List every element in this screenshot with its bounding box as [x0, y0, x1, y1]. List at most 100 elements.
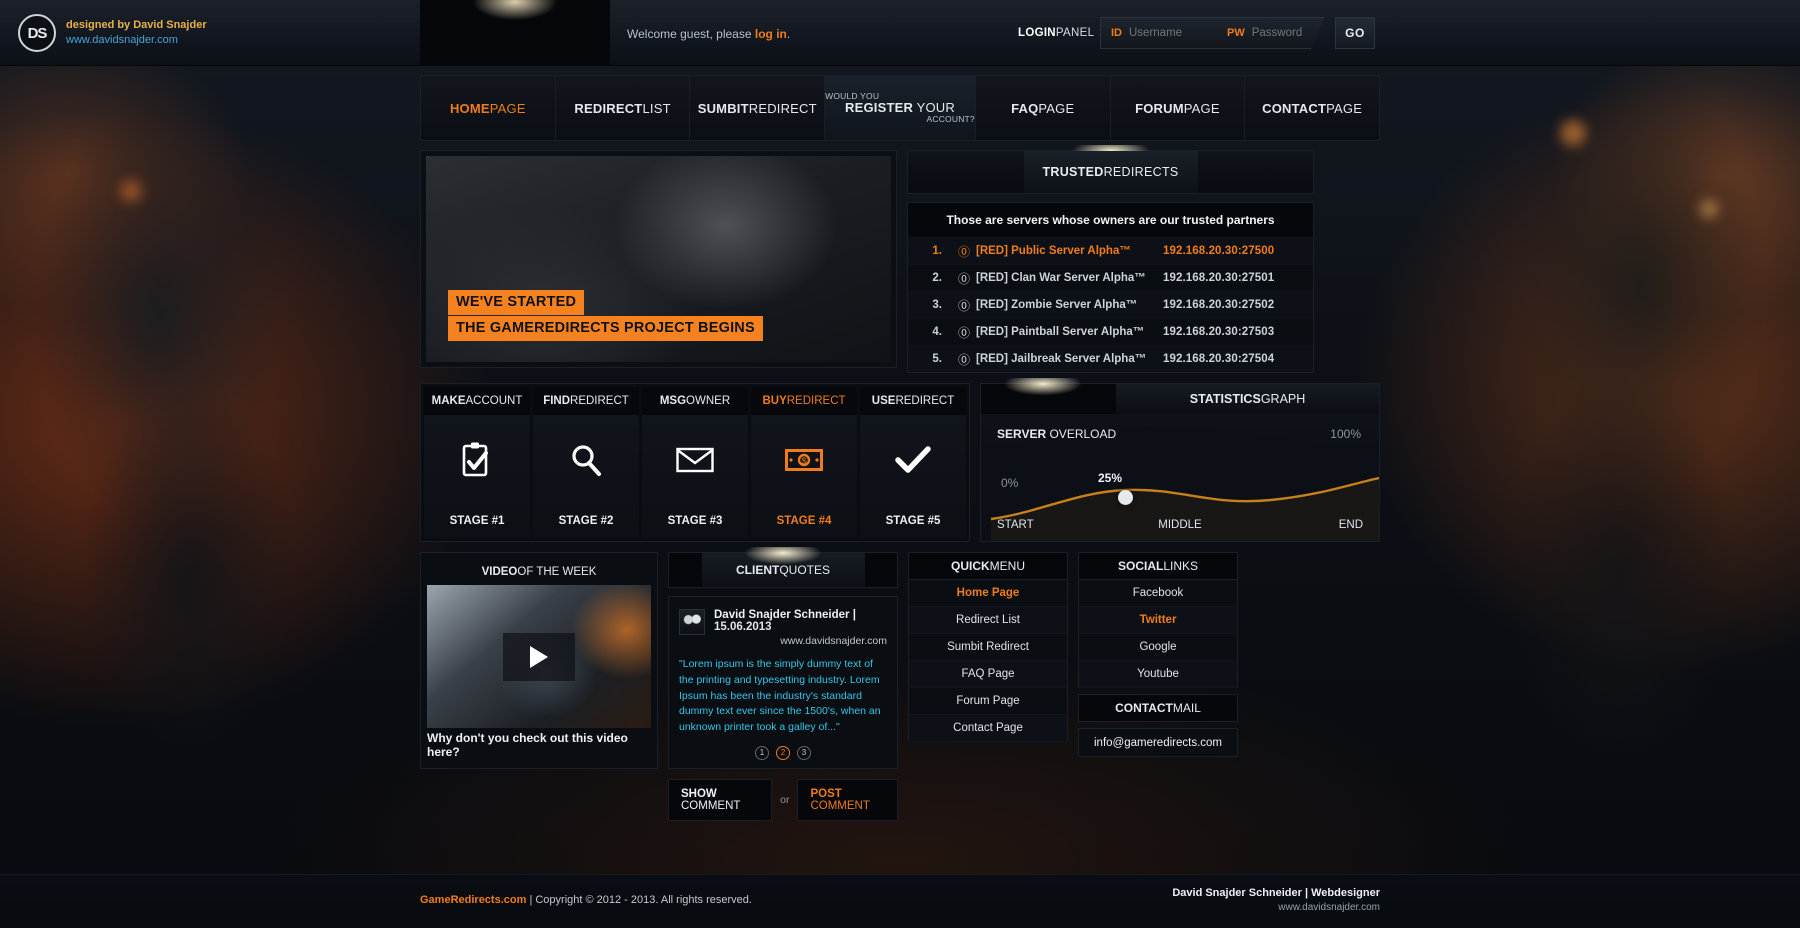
id-field-group: ID — [1101, 18, 1217, 48]
table-row[interactable]: 1. ⓪ [RED] Public Server Alpha™ 192.168.… — [908, 237, 1313, 264]
video-of-the-week-panel: VIDEO OF THE WEEK Why don't you check ou… — [420, 552, 658, 769]
table-row[interactable]: 5. ⓪ [RED] Jailbreak Server Alpha™ 192.1… — [908, 345, 1313, 372]
stage-title-rest: REDIRECT — [786, 395, 846, 407]
trusted-list: Those are servers whose owners are our t… — [907, 202, 1314, 373]
statistics-tab-rest: GRAPH — [1260, 392, 1306, 406]
quick-menu-header-rest: MENU — [989, 559, 1025, 573]
video-footer-text: Why don't you check out this video here? — [427, 731, 628, 759]
social-link-twitter[interactable]: Twitter — [1078, 607, 1238, 634]
table-row[interactable]: 2. ⓪ [RED] Clan War Server Alpha™ 192.16… — [908, 264, 1313, 291]
designer-website[interactable]: www.davidsnajder.com — [66, 34, 178, 46]
series-label-rest: OVERLOAD — [1046, 427, 1117, 441]
axis-middle: MIDDLE — [1158, 519, 1202, 531]
nav-item-contact-page[interactable]: CONTACT PAGE — [1245, 76, 1379, 140]
quote-dot-2[interactable]: 2 — [776, 745, 790, 760]
social-links-header-bold: SOCIAL — [1117, 559, 1164, 573]
logo-icon[interactable]: DS — [18, 14, 56, 52]
decorative-bokeh — [1560, 120, 1586, 146]
hero-caption-line1: WE'VE STARTED — [448, 290, 585, 315]
username-input[interactable] — [1129, 27, 1207, 39]
nav-item-sumbit-redirect[interactable]: SUMBIT REDIRECT — [690, 76, 826, 140]
lamp-glow-icon — [968, 378, 1118, 408]
quick-menu-panel: QUICK MENU Home Page Redirect List Sumbi… — [908, 552, 1068, 742]
social-link-google[interactable]: Google — [1078, 634, 1238, 661]
show-comment-button[interactable]: SHOW COMMENT — [668, 778, 773, 821]
trusted-tab-rest: REDIRECTS — [1103, 165, 1179, 179]
stage-title-bold: BUY — [762, 395, 787, 407]
quick-menu-item-forum-page[interactable]: Forum Page — [908, 688, 1068, 715]
video-thumbnail[interactable] — [427, 585, 651, 728]
stage-card-1[interactable]: MAKE ACCOUNT STAGE #1 — [424, 387, 530, 538]
stage-card-2[interactable]: FIND REDIRECT STAGE #2 — [533, 387, 639, 538]
nav-label-rest: PAGE — [1038, 100, 1075, 116]
stage-title: BUY REDIRECT — [751, 387, 857, 415]
nav-label-rest: PAGE — [1183, 100, 1220, 116]
quote-author-line: David Snajder Schneider | 15.06.2013 — [714, 609, 887, 633]
stage-title-rest: REDIRECT — [570, 395, 629, 407]
nav-item-faq-page[interactable]: FAQ PAGE — [976, 76, 1111, 140]
footer-credit-website[interactable]: www.davidsnajder.com — [1278, 902, 1380, 913]
welcome-prefix: Welcome guest, please — [627, 27, 755, 41]
axis-start: START — [997, 519, 1034, 531]
stage-card-4[interactable]: BUY REDIRECT $ STAGE #4 — [751, 387, 857, 538]
go-button[interactable]: GO — [1335, 17, 1375, 49]
decorative-bokeh — [1700, 200, 1718, 218]
server-icon: ⓪ — [957, 298, 970, 313]
table-row[interactable]: 3. ⓪ [RED] Zombie Server Alpha™ 192.168.… — [908, 291, 1313, 318]
quick-menu-item-home-page[interactable]: Home Page — [908, 580, 1068, 607]
quick-menu-item-redirect-list[interactable]: Redirect List — [908, 607, 1068, 634]
series-label-bold: SERVER — [997, 427, 1047, 441]
decorative-soldier-left — [0, 55, 410, 855]
row-index: 3. — [932, 299, 942, 311]
post-comment-bold: POST — [810, 787, 842, 800]
statistics-tab-bold: STATISTICS — [1189, 392, 1261, 406]
nav-item-redirect-list[interactable]: REDIRECT LIST — [556, 76, 691, 140]
nav-item-forum-page[interactable]: FORUM PAGE — [1111, 76, 1246, 140]
login-link[interactable]: log in — [755, 27, 787, 41]
nav-label-rest: PAGE — [489, 100, 526, 116]
play-icon[interactable] — [503, 632, 575, 681]
nav-item-register[interactable]: WOULD YOU REGISTER YOUR ACCOUNT? — [825, 76, 976, 140]
trusted-tab[interactable]: TRUSTED REDIRECTS — [1023, 151, 1198, 193]
table-row[interactable]: 4. ⓪ [RED] Paintball Server Alpha™ 192.1… — [908, 318, 1313, 345]
social-link-facebook[interactable]: Facebook — [1078, 580, 1238, 607]
nav-label-rest: LIST — [642, 100, 671, 116]
social-link-youtube[interactable]: Youtube — [1078, 661, 1238, 688]
stage-card-3[interactable]: MSG OWNER STAGE #3 — [642, 387, 748, 538]
max-label: 100% — [1330, 427, 1361, 441]
statistics-tab[interactable]: STATISTICS GRAPH — [1116, 384, 1379, 414]
nav-item-home-page[interactable]: HOME PAGE — [421, 76, 556, 140]
video-header-bold: VIDEO — [481, 566, 518, 578]
trusted-header: TRUSTED REDIRECTS — [907, 145, 1314, 194]
footer-site[interactable]: GameRedirects.com — [420, 894, 526, 906]
stage-footer: STAGE #1 — [449, 515, 505, 527]
nav-label-bold: REDIRECT — [574, 100, 643, 116]
magnifier-icon — [569, 415, 603, 504]
quotes-tab[interactable]: CLIENT QUOTES — [701, 553, 865, 587]
stage-card-5[interactable]: USE REDIRECT STAGE #5 — [860, 387, 966, 538]
quick-menu-item-sumbit-redirect[interactable]: Sumbit Redirect — [908, 634, 1068, 661]
quote-website[interactable]: www.davidsnajder.com — [714, 635, 887, 647]
statistics-chart: SERVER OVERLOAD 100% 0% 25% START MIDDLE… — [981, 414, 1379, 541]
stage-title-bold: MSG — [659, 395, 687, 407]
nav-label-bold: CONTACT — [1262, 100, 1327, 116]
statistics-graph-panel: STATISTICS GRAPH SERVER OVERLOAD 100% 0%… — [968, 378, 1380, 542]
designer-credit: designed by David Snajder — [66, 19, 207, 31]
quick-menu-item-faq-page[interactable]: FAQ Page — [908, 661, 1068, 688]
content-column: HOME PAGE REDIRECT LIST SUMBIT REDIRECT … — [420, 66, 1380, 821]
password-input[interactable] — [1252, 27, 1330, 39]
hero-banner[interactable]: WE'VE STARTED THE GAMEREDIRECTS PROJECT … — [420, 150, 897, 368]
chart-slider-knob[interactable] — [1118, 490, 1133, 505]
quote-dot-1[interactable]: 1 — [755, 745, 769, 760]
contact-email[interactable]: info@gameredirects.com — [1078, 728, 1238, 757]
quick-menu-item-contact-page[interactable]: Contact Page — [908, 715, 1068, 742]
post-comment-button[interactable]: POST COMMENT — [797, 778, 898, 821]
hero-image: WE'VE STARTED THE GAMEREDIRECTS PROJECT … — [426, 156, 891, 362]
stage-title-bold: USE — [871, 395, 896, 407]
quote-pagination: 1 2 3 — [679, 745, 887, 760]
top-bar: DS designed by David Snajder www.davidsn… — [0, 0, 1800, 66]
server-ip: 192.168.20.30:27500 — [1163, 245, 1275, 257]
quote-dot-3[interactable]: 3 — [797, 745, 811, 760]
nav-label-bold: FAQ — [1011, 100, 1039, 116]
server-ip: 192.168.20.30:27503 — [1163, 326, 1275, 338]
